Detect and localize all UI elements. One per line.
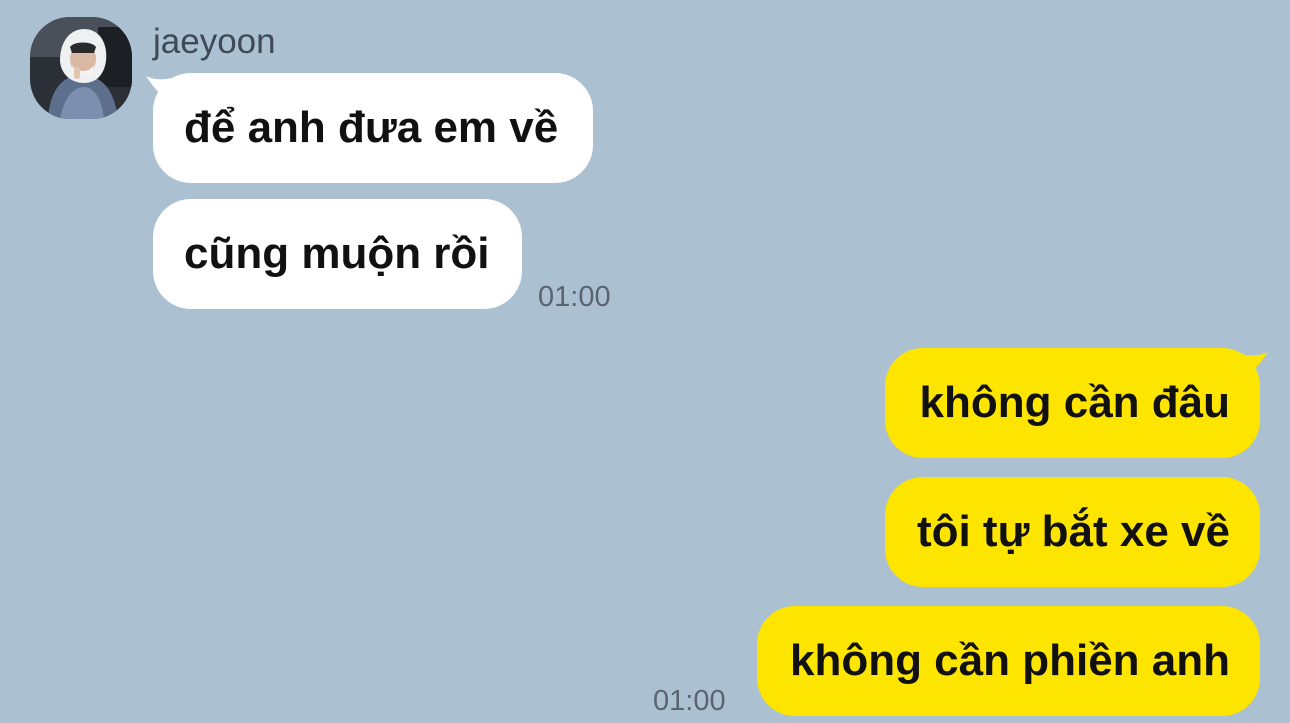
sender-avatar[interactable]: [30, 17, 132, 119]
outgoing-message[interactable]: không cần đâu: [885, 348, 1260, 458]
message-text: không cần đâu: [919, 378, 1230, 427]
chat-view[interactable]: jaeyoon để anh đưa em về cũng muộn rồi 0…: [0, 0, 1290, 723]
message-text: để anh đưa em về: [184, 103, 559, 152]
sender-name: jaeyoon: [153, 22, 276, 61]
incoming-message[interactable]: cũng muộn rồi: [153, 199, 522, 309]
message-timestamp: 01:00: [653, 685, 726, 717]
message-text: cũng muộn rồi: [184, 229, 490, 278]
message-timestamp: 01:00: [538, 281, 611, 313]
profile-photo-icon: [30, 17, 132, 119]
outgoing-message[interactable]: tôi tự bắt xe về: [885, 477, 1260, 587]
message-text: tôi tự bắt xe về: [916, 507, 1230, 556]
message-text: không cần phiền anh: [789, 636, 1230, 685]
incoming-message[interactable]: để anh đưa em về: [153, 73, 593, 183]
outgoing-message[interactable]: không cần phiền anh: [757, 606, 1260, 716]
